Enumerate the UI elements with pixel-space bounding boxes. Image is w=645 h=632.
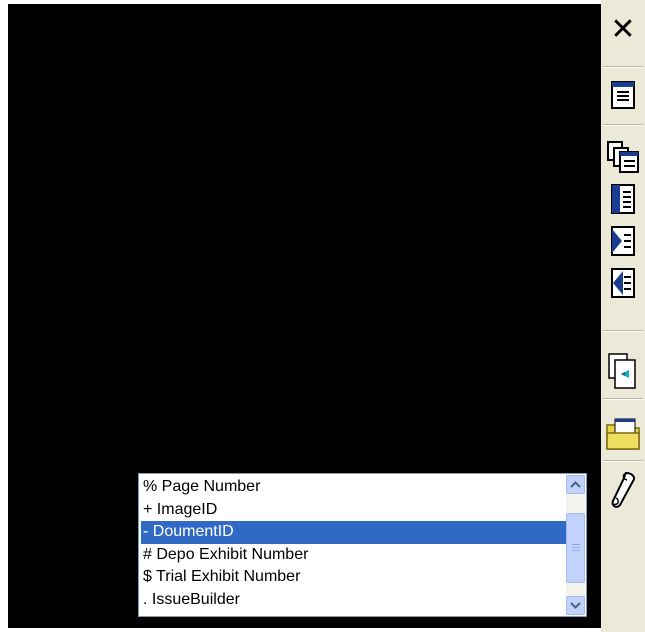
scroll-up-button[interactable] xyxy=(566,475,585,494)
toolbar-separator xyxy=(603,398,643,400)
field-listbox[interactable]: % Page Number + ImageID - DoumentID # Depo … xyxy=(138,473,587,617)
chevron-up-icon xyxy=(570,481,581,488)
import-document-button[interactable] xyxy=(603,348,643,394)
open-folder-button[interactable] xyxy=(603,410,643,456)
toolbar-separator xyxy=(603,460,643,462)
listbox-scrollbar[interactable] xyxy=(566,475,585,615)
close-button[interactable]: ✕ xyxy=(603,8,643,52)
multi-page-button[interactable] xyxy=(603,138,643,176)
multi-page-icon xyxy=(607,141,639,173)
first-page-button[interactable] xyxy=(603,180,643,218)
right-toolbar: ✕ xyxy=(601,0,645,632)
next-page-button[interactable] xyxy=(603,222,643,260)
list-item[interactable]: + ImageID xyxy=(141,499,566,522)
previous-page-button[interactable] xyxy=(603,264,643,302)
grip-line xyxy=(572,544,580,545)
scroll-thumb[interactable] xyxy=(566,513,585,583)
scroll-down-button[interactable] xyxy=(566,596,585,615)
toolbar-separator xyxy=(603,124,643,126)
first-page-icon xyxy=(611,184,635,214)
next-page-icon xyxy=(611,226,635,256)
list-item[interactable]: - DoumentID xyxy=(141,521,566,544)
document-view-icon xyxy=(611,81,635,109)
previous-page-icon xyxy=(611,268,635,298)
close-icon: ✕ xyxy=(610,12,636,47)
list-item[interactable]: # Depo Exhibit Number xyxy=(141,544,566,567)
open-folder-icon xyxy=(606,418,640,450)
list-item[interactable]: % Page Number xyxy=(141,476,566,499)
import-document-icon xyxy=(608,353,636,389)
listbox-items: % Page Number + ImageID - DoumentID # Depo … xyxy=(141,476,566,611)
toolbar-separator xyxy=(603,66,643,68)
scroll-icon xyxy=(611,471,636,508)
list-item[interactable]: $ Trial Exhibit Number xyxy=(141,566,566,589)
scroll-button[interactable] xyxy=(603,466,643,512)
document-view-button[interactable] xyxy=(603,76,643,114)
list-item[interactable]: . IssueBuilder xyxy=(141,589,566,612)
grip-line xyxy=(572,550,580,551)
toolbar-separator xyxy=(603,330,643,332)
chevron-down-icon xyxy=(570,602,581,609)
grip-line xyxy=(572,547,580,548)
